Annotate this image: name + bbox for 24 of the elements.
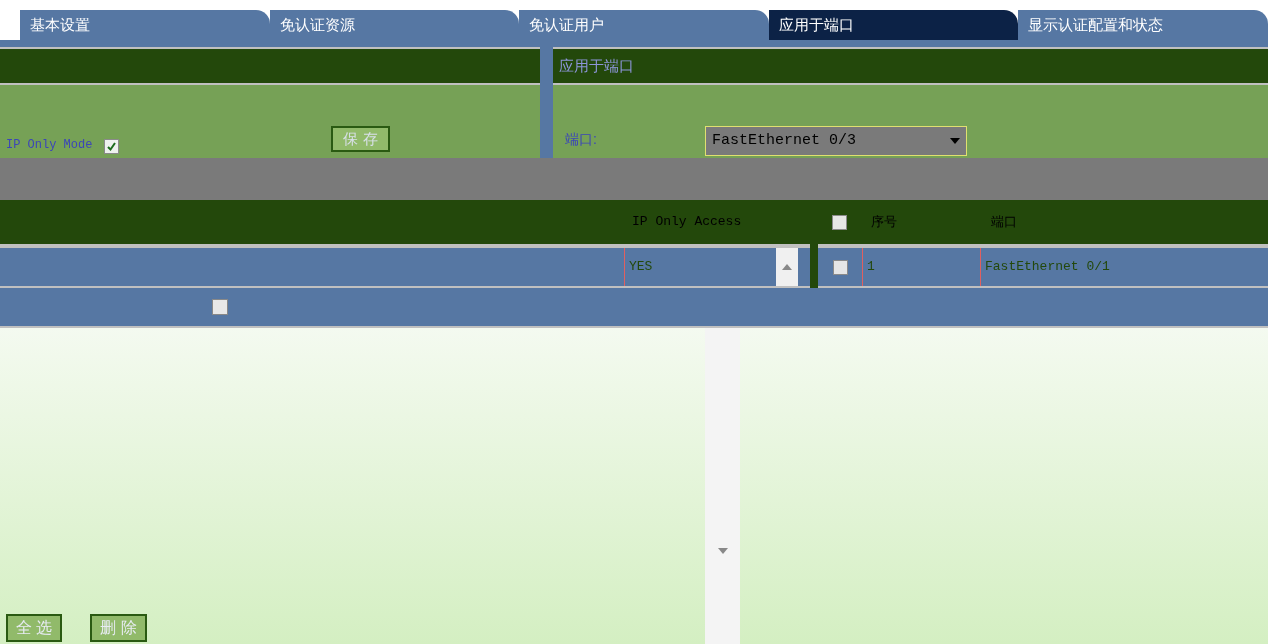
tab[interactable]: 基本设置 bbox=[20, 10, 270, 40]
tab[interactable]: 应用于端口 bbox=[768, 10, 1019, 40]
scroll-up-button[interactable] bbox=[776, 248, 798, 286]
port-select[interactable]: FastEthernet 0/3 bbox=[705, 126, 967, 156]
column-header: 端口 bbox=[991, 213, 1017, 232]
down-arrow-icon bbox=[717, 548, 728, 554]
panel-title: 应用于端口 bbox=[559, 55, 634, 76]
small-square-icon bbox=[212, 299, 228, 315]
tab[interactable]: 免认证资源 bbox=[269, 10, 520, 40]
caret-icon bbox=[950, 138, 960, 144]
column-header: 序号 bbox=[871, 213, 898, 232]
tab[interactable]: 免认证用户 bbox=[519, 10, 769, 40]
checkbox[interactable] bbox=[104, 139, 120, 154]
table-cell: FastEthernet 0/1 bbox=[980, 248, 1268, 286]
table-cell: 1 bbox=[862, 248, 980, 286]
checkbox[interactable] bbox=[832, 214, 847, 230]
scrollbar[interactable] bbox=[705, 328, 740, 644]
tab[interactable]: 显示认证配置和状态 bbox=[1018, 10, 1268, 40]
mode-label: IP Only Mode bbox=[6, 137, 93, 154]
column-header: IP Only Access bbox=[632, 213, 742, 232]
port-label: 端口: bbox=[565, 130, 598, 149]
check-icon bbox=[106, 141, 118, 152]
up-arrow-icon bbox=[782, 264, 792, 270]
checkbox[interactable] bbox=[832, 259, 848, 275]
